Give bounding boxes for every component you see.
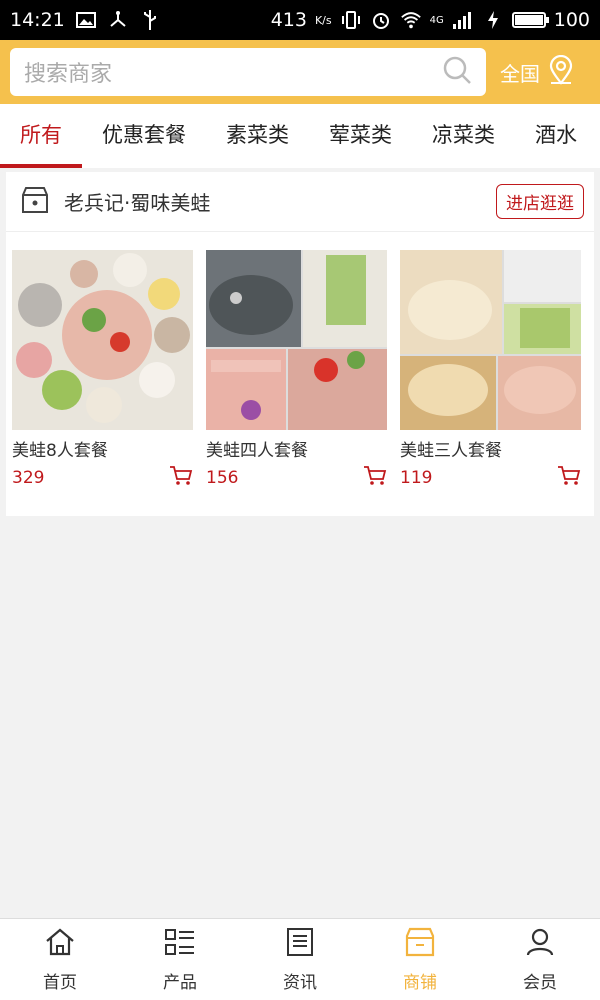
battery-level: 100: [553, 9, 590, 31]
store-icon: [20, 185, 50, 219]
product-image[interactable]: [400, 250, 581, 430]
battery-icon: [511, 12, 549, 28]
vibrate-icon: [340, 9, 362, 31]
tab-meat-dishes[interactable]: 荤菜类: [309, 104, 412, 168]
product-list: 美蛙8人套餐 329 美蛙四人套餐 156 美蛙三人套餐 119: [6, 232, 594, 491]
location-pin-icon: [548, 54, 574, 90]
image-icon: [75, 9, 97, 31]
product-name: 美蛙三人套餐: [400, 441, 502, 461]
nav-label: 资讯: [283, 972, 317, 993]
tab-discount-sets[interactable]: 优惠套餐: [82, 104, 206, 168]
net-speed: 413: [270, 9, 307, 31]
nav-stores[interactable]: 商铺: [360, 919, 480, 1000]
search-placeholder: 搜索商家: [24, 62, 113, 87]
product-price: 119: [400, 468, 433, 488]
cart-icon[interactable]: [557, 465, 581, 491]
nav-news[interactable]: 资讯: [240, 919, 360, 1000]
tab-all[interactable]: 所有: [0, 104, 82, 168]
status-bar: 14:21 413 K/s 4G 100: [0, 0, 600, 40]
product-name: 美蛙8人套餐: [12, 441, 108, 461]
charging-icon: [482, 9, 504, 31]
tab-cold-dishes[interactable]: 凉菜类: [412, 104, 515, 168]
nav-products[interactable]: 产品: [120, 919, 240, 1000]
nav-label: 商铺: [403, 972, 437, 993]
search-header: 搜索商家 全国: [0, 40, 600, 104]
news-icon: [285, 927, 315, 962]
product-card[interactable]: 美蛙四人套餐 156: [206, 250, 387, 491]
network-type: 4G: [429, 14, 444, 26]
store-header: 老兵记·蜀味美蛙 进店逛逛: [6, 172, 594, 232]
store-card: 老兵记·蜀味美蛙 进店逛逛 美蛙8人套餐 329 美蛙四人套餐 156 美蛙三人…: [6, 172, 594, 516]
product-name: 美蛙四人套餐: [206, 441, 308, 461]
nav-label: 会员: [523, 972, 557, 993]
region-label: 全国: [500, 61, 540, 86]
product-card[interactable]: 美蛙8人套餐 329: [12, 250, 193, 491]
store-icon: [404, 927, 436, 962]
store-name: 老兵记·蜀味美蛙: [64, 191, 211, 215]
cart-icon[interactable]: [363, 465, 387, 491]
nav-member[interactable]: 会员: [480, 919, 600, 1000]
signal-icon: [452, 9, 474, 31]
bottom-nav: 首页 产品 资讯 商铺 会员: [0, 918, 600, 1000]
product-image[interactable]: [206, 250, 387, 430]
nav-home[interactable]: 首页: [0, 919, 120, 1000]
enter-store-button[interactable]: 进店逛逛: [496, 184, 584, 219]
product-price: 329: [12, 468, 45, 488]
alarm-icon: [370, 9, 392, 31]
category-tabs: 所有 优惠套餐 素菜类 荤菜类 凉菜类 酒水: [0, 104, 600, 168]
status-time: 14:21: [10, 9, 65, 31]
wifi-icon: [400, 9, 422, 31]
cart-icon[interactable]: [169, 465, 193, 491]
region-selector[interactable]: 全国: [500, 54, 574, 90]
search-icon[interactable]: [442, 55, 472, 89]
search-input[interactable]: 搜索商家: [10, 48, 486, 96]
product-image[interactable]: [12, 250, 193, 430]
tab-drinks[interactable]: 酒水: [515, 104, 597, 168]
nav-label: 首页: [43, 972, 77, 993]
usb-icon: [139, 9, 161, 31]
product-card[interactable]: 美蛙三人套餐 119: [400, 250, 581, 491]
nav-label: 产品: [163, 972, 197, 993]
net-speed-unit: K/s: [314, 13, 332, 27]
share-icon: [107, 9, 129, 31]
home-icon: [44, 927, 76, 962]
user-icon: [525, 927, 555, 962]
tab-vegetable-dishes[interactable]: 素菜类: [206, 104, 309, 168]
product-price: 156: [206, 468, 239, 488]
list-icon: [164, 927, 196, 962]
